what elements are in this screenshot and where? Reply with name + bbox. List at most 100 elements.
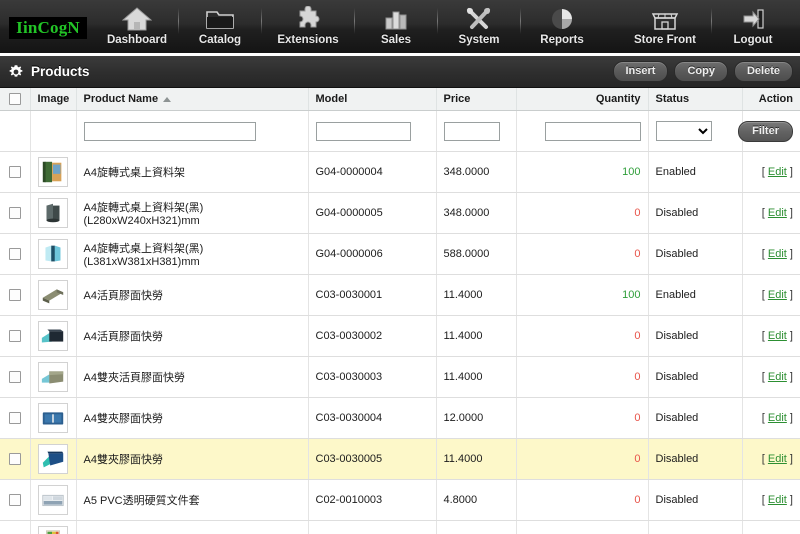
product-action-cell[interactable]: [ Edit ] (742, 192, 800, 235)
delete-button[interactable]: Delete (733, 61, 793, 82)
edit-link[interactable]: Edit (768, 412, 787, 424)
filter-status-select[interactable]: EnabledDisabled (655, 121, 712, 142)
row-select-cell[interactable] (0, 315, 31, 358)
row-checkbox[interactable] (8, 207, 21, 220)
product-name-cell: A4活頁膠面快勞 (76, 274, 309, 317)
table-row[interactable]: A4雙夾膠面快勞 C03-0030005 11.4000 0 Disabled[ Edi… (0, 438, 800, 481)
table-row[interactable]: A5 PVC透明硬質文件套 C02-0010003 4.8000 0 Disabled[… (0, 479, 800, 522)
edit-link[interactable]: Edit (768, 289, 787, 301)
table-row[interactable]: A4活頁膠面快勞 C03-0030001 11.4000 100 Enabled[ Ed… (0, 274, 800, 317)
product-quantity-cell: 0 (516, 192, 649, 235)
row-select-cell[interactable] (0, 479, 31, 522)
row-checkbox[interactable] (8, 453, 21, 466)
product-action-cell[interactable]: [ Edit ] (742, 315, 800, 358)
nav-item-logout[interactable]: Logout (712, 0, 794, 56)
table-row[interactable]: A4雙夾膠面快勞 C03-0030004 12.0000 0 Disabled[ Edi… (0, 397, 800, 440)
filter-cell-empty (0, 110, 31, 153)
header-price[interactable]: Price (436, 88, 517, 112)
row-select-cell[interactable] (0, 274, 31, 317)
product-image-cell (30, 192, 77, 235)
product-status-cell: Disabled (648, 192, 743, 235)
insert-button[interactable]: Insert (612, 61, 669, 82)
filter-button[interactable]: Filter (738, 120, 793, 142)
edit-link[interactable]: Edit (768, 330, 787, 342)
row-checkbox[interactable] (8, 248, 21, 261)
header-quantity[interactable]: Quantity (516, 88, 649, 112)
filter-cell-model (308, 110, 437, 153)
product-price-cell: 11.4000 (436, 438, 517, 481)
filter-model-input[interactable] (315, 121, 411, 141)
filter-quantity-input[interactable] (544, 121, 641, 141)
row-select-cell[interactable] (0, 233, 31, 276)
nav-item-sales[interactable]: Sales (355, 0, 437, 56)
row-select-cell[interactable] (0, 356, 31, 399)
product-model-cell: C03-0030001 (308, 274, 437, 317)
product-action-cell[interactable]: [ Edit ] (742, 520, 800, 534)
edit-link[interactable]: Edit (768, 371, 787, 383)
row-select-cell[interactable] (0, 151, 31, 194)
product-status-cell: Disabled (648, 397, 743, 440)
product-action-cell[interactable]: [ Edit ] (742, 233, 800, 276)
row-checkbox[interactable] (8, 412, 21, 425)
filter-cell-status: EnabledDisabled (648, 110, 743, 153)
nav-item-extensions[interactable]: Extensions (262, 0, 354, 56)
edit-link[interactable]: Edit (768, 248, 787, 260)
table-row[interactable]: A4旋轉式桌上資料架(黑)(L381xW381xH381)mm G04-00000… (0, 233, 800, 276)
pie-chart-icon (547, 5, 577, 33)
nav-item-system[interactable]: System (438, 0, 520, 56)
nav-item-catalog[interactable]: Catalog (179, 0, 261, 56)
nav-item-store-front[interactable]: Store Front (619, 0, 711, 56)
nav-item-dashboard[interactable]: Dashboard (96, 0, 178, 56)
row-select-cell[interactable] (0, 520, 31, 534)
select-all-checkbox[interactable] (8, 93, 21, 106)
edit-link[interactable]: Edit (768, 494, 787, 506)
nav-label-logout: Logout (733, 34, 773, 46)
product-price-cell: 4.8000 (436, 479, 517, 522)
product-model-cell: A08-003AA01 (308, 520, 437, 534)
product-image-cell (30, 438, 77, 481)
header-product-name[interactable]: Product Name (76, 88, 309, 112)
product-action-cell[interactable]: [ Edit ] (742, 438, 800, 481)
product-action-cell[interactable]: [ Edit ] (742, 274, 800, 317)
nav-item-reports[interactable]: Reports (521, 0, 603, 56)
copy-button[interactable]: Copy (674, 61, 728, 82)
product-price-cell: 348.0000 (436, 151, 517, 194)
filter-product-name-input[interactable] (83, 121, 256, 141)
nav-label-extensions: Extensions (277, 34, 339, 46)
row-checkbox[interactable] (8, 371, 21, 384)
row-checkbox[interactable] (8, 330, 21, 343)
row-checkbox[interactable] (8, 494, 21, 507)
product-model-cell: C03-0030005 (308, 438, 437, 481)
product-model-cell: C02-0010003 (308, 479, 437, 522)
table-row[interactable]: AA 732F 啡色超級膠A08-003AA0116.8000100Enable… (0, 520, 800, 534)
edit-link[interactable]: Edit (768, 207, 787, 219)
header-select-all[interactable] (0, 88, 31, 112)
product-action-cell[interactable]: [ Edit ] (742, 151, 800, 194)
header-model[interactable]: Model (308, 88, 437, 112)
product-action-cell[interactable]: [ Edit ] (742, 356, 800, 399)
table-row[interactable]: A4旋轉式桌上資料架(黑)(L280xW240xH321)mm G04-00000… (0, 192, 800, 235)
logo-container[interactable]: IinCogN (0, 0, 96, 56)
table-row[interactable]: A4活頁膠面快勞 C03-0030002 11.4000 0 Disabled[ Edi… (0, 315, 800, 358)
table-row[interactable]: A4雙夾活頁膠面快勞 C03-0030003 11.4000 0 Disabled[ E… (0, 356, 800, 399)
row-select-cell[interactable] (0, 397, 31, 440)
product-thumbnail (37, 198, 68, 229)
filter-price-input[interactable] (443, 121, 500, 141)
header-status[interactable]: Status (648, 88, 743, 112)
product-thumbnail (37, 157, 68, 188)
row-select-cell[interactable] (0, 438, 31, 481)
table-row[interactable]: A4旋轉式桌上資料架 G04-0000004 348.0000 100 Enabled[… (0, 151, 800, 194)
product-thumbnail (37, 280, 68, 311)
product-action-cell[interactable]: [ Edit ] (742, 397, 800, 440)
utility-menu: Store Front Logout (619, 0, 800, 56)
folder-icon (205, 5, 235, 33)
row-checkbox[interactable] (8, 166, 21, 179)
page-title: Products (31, 64, 90, 79)
product-name-cell: A5 PVC透明硬質文件套 (76, 479, 309, 522)
row-checkbox[interactable] (8, 289, 21, 302)
edit-link[interactable]: Edit (768, 166, 787, 178)
edit-link[interactable]: Edit (768, 453, 787, 465)
product-action-cell[interactable]: [ Edit ] (742, 479, 800, 522)
row-select-cell[interactable] (0, 192, 31, 235)
puzzle-icon (293, 5, 323, 33)
